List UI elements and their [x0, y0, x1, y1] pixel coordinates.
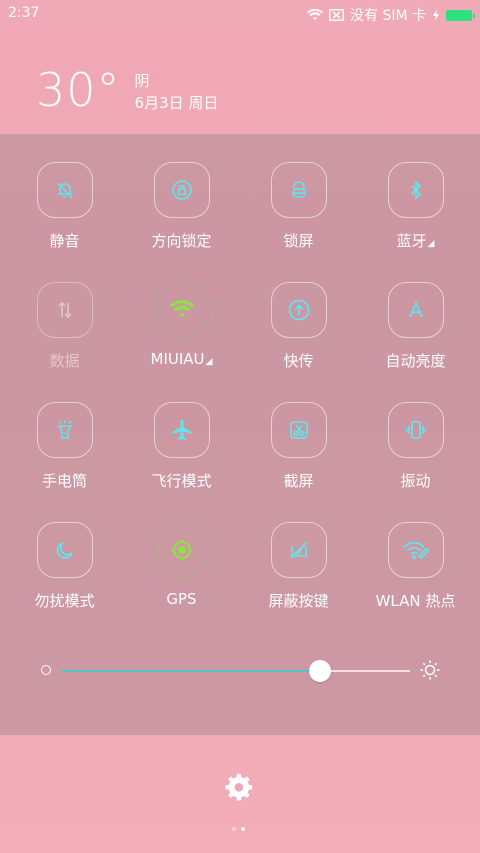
toggle-label: 锁屏: [283, 232, 314, 250]
toggle-rotation-lock[interactable]: 方向锁定: [123, 162, 240, 251]
toggle-label-text: MIUIAU: [150, 350, 205, 368]
toggle-silent[interactable]: 静音: [6, 162, 123, 251]
brightness-slider[interactable]: [40, 652, 440, 688]
wifi-status-icon: [307, 9, 323, 21]
toggle-bluetooth[interactable]: 蓝牙◢: [357, 162, 474, 251]
toggle-label: 方向锁定: [151, 232, 212, 250]
toggle-bluetooth-button[interactable]: [387, 162, 444, 218]
toggle-auto-brightness[interactable]: 自动亮度: [357, 282, 474, 371]
brightness-high-icon: [420, 660, 440, 684]
page-dot: [232, 827, 236, 831]
weather-info: 阴 6月3日 周日: [135, 64, 219, 116]
airplane-icon: [171, 420, 192, 440]
charging-icon: [432, 9, 440, 21]
wifi-icon: [169, 300, 194, 317]
toggle-screenshot-button[interactable]: [270, 402, 327, 458]
toggle-label: 蓝牙◢: [357, 230, 474, 251]
toggle-label: 快传: [283, 352, 314, 370]
toggle-label: 静音: [49, 232, 80, 250]
sim-status-text: 没有 SIM 卡: [350, 8, 426, 24]
toggle-flashlight-button[interactable]: [36, 402, 93, 458]
brightness-track[interactable]: [62, 660, 410, 682]
toggle-wifi-button[interactable]: [153, 282, 210, 338]
toggle-airplane[interactable]: 飞行模式: [123, 402, 240, 491]
toggle-data-button[interactable]: [36, 282, 93, 338]
toggle-vibrate-button[interactable]: [387, 402, 444, 458]
toggle-data[interactable]: 数据: [6, 282, 123, 371]
settings-gear-icon[interactable]: [224, 773, 254, 807]
auto-brightness-icon: [408, 300, 423, 318]
battery-icon: [446, 9, 475, 21]
toggle-label: 勿扰模式: [34, 592, 95, 610]
toggle-block-keys-button[interactable]: [270, 522, 327, 578]
toggle-flashlight[interactable]: 手电筒: [6, 402, 123, 491]
status-time: 2:37: [8, 5, 40, 21]
toggle-label: WLAN 热点: [375, 592, 456, 610]
toggle-hotspot-button[interactable]: [387, 522, 444, 578]
page-dot-active: [241, 827, 245, 831]
data-arrows-icon: [57, 301, 72, 319]
temperature: 30°: [36, 63, 121, 117]
toggle-airplane-button[interactable]: [153, 402, 210, 458]
toggle-label: 截屏: [283, 472, 314, 490]
brightness-fill: [62, 670, 320, 672]
weather-date: 6月3日 周日: [134, 94, 219, 112]
status-bar: 2:37 没有 SIM 卡: [0, 0, 480, 28]
toggle-lock-screen[interactable]: 锁屏: [240, 162, 357, 251]
toggle-label: 数据: [49, 352, 80, 370]
toggle-gps[interactable]: GPS: [123, 522, 240, 608]
no-sim-icon: [329, 9, 344, 21]
toggle-label: 手电筒: [41, 472, 87, 490]
toggle-vibrate[interactable]: 振动: [357, 402, 474, 491]
weather-condition: 阴: [134, 72, 150, 90]
quick-settings-panel: 静音 方向锁定 锁屏 蓝牙◢ 数据 MIUIAU◢ 快传 自动亮度 手电筒 飞行…: [0, 134, 480, 735]
bell-off-icon: [56, 182, 73, 199]
toggle-label: GPS: [166, 590, 197, 608]
brightness-low-icon: [41, 665, 51, 675]
weather-widget[interactable]: 30° 阴 6月3日 周日: [36, 64, 218, 116]
toggle-do-not-disturb-button[interactable]: [36, 522, 93, 578]
brightness-thumb[interactable]: [308, 660, 331, 682]
toggle-label: 振动: [400, 472, 431, 490]
screenshot-icon: [289, 421, 308, 439]
toggle-silent-button[interactable]: [36, 162, 93, 218]
bluetooth-icon: [410, 180, 421, 200]
toggle-quick-transfer-button[interactable]: [270, 282, 327, 338]
hotspot-icon: [402, 541, 429, 560]
bottom-area: [0, 735, 480, 853]
toggle-label: 屏蔽按键: [268, 592, 329, 610]
toggle-block-keys[interactable]: 屏蔽按键: [240, 522, 357, 611]
toggle-hotspot[interactable]: WLAN 热点: [357, 522, 474, 611]
status-indicators: 没有 SIM 卡: [307, 5, 475, 25]
toggle-label-text: 蓝牙: [396, 232, 427, 250]
gps-icon: [171, 539, 192, 561]
block-keys-icon: [289, 541, 308, 559]
toggle-screenshot[interactable]: 截屏: [240, 402, 357, 491]
toggle-label: 自动亮度: [385, 352, 446, 370]
menu-caret-icon: ◢: [427, 239, 435, 249]
toggle-wifi[interactable]: MIUIAU◢: [123, 282, 240, 368]
quick-transfer-icon: [288, 299, 309, 321]
toggle-lock-screen-button[interactable]: [270, 162, 327, 218]
toggle-quick-transfer[interactable]: 快传: [240, 282, 357, 371]
moon-icon: [56, 542, 73, 559]
toggle-do-not-disturb[interactable]: 勿扰模式: [6, 522, 123, 611]
page-indicator: [232, 827, 245, 831]
toggle-auto-brightness-button[interactable]: [387, 282, 444, 338]
menu-caret-icon: ◢: [205, 357, 213, 367]
toggle-label: MIUIAU◢: [123, 350, 240, 368]
toggle-label: 飞行模式: [151, 472, 212, 490]
lock-icon: [291, 181, 306, 198]
vibrate-icon: [405, 421, 426, 439]
toggle-rotation-lock-button[interactable]: [153, 162, 210, 218]
flashlight-icon: [57, 420, 72, 439]
toggle-gps-button[interactable]: [153, 522, 210, 578]
rotation-lock-icon: [171, 180, 192, 200]
